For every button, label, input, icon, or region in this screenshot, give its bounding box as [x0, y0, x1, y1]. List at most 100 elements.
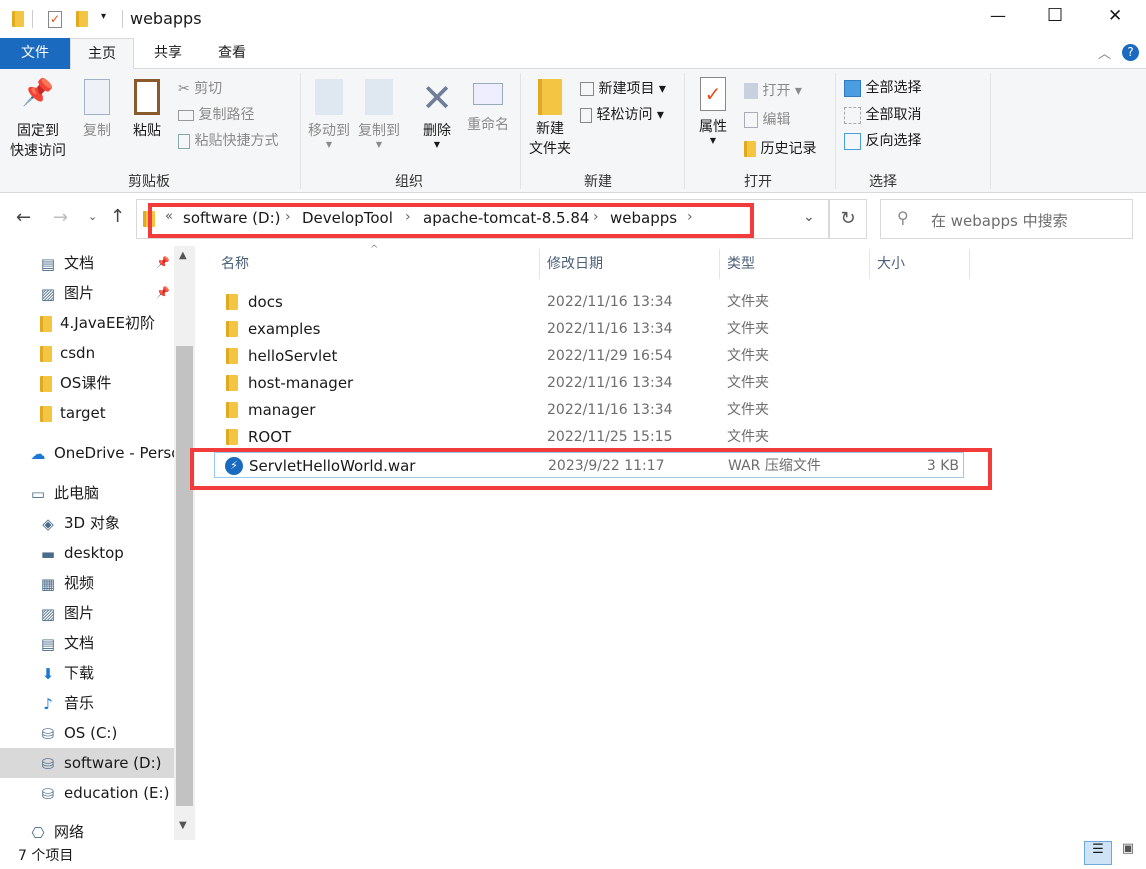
collapse-ribbon-icon[interactable]: ︿ [1098, 43, 1111, 62]
sidebar-item[interactable]: ◈ 3D 对象 [0, 508, 174, 538]
invert-selection-button[interactable]: 反向选择 [844, 130, 921, 150]
sidebar-item[interactable]: target [0, 398, 174, 428]
sidebar-scrollbar[interactable]: ▲ ▼ [174, 246, 195, 840]
tab-view[interactable]: 查看 [202, 38, 262, 69]
search-box[interactable]: ⚲ 在 webapps 中搜索 [880, 199, 1133, 239]
folder-icon [40, 405, 52, 422]
rename-button[interactable]: 重命名 [462, 79, 514, 135]
open-icon [744, 83, 758, 99]
sidebar-item[interactable]: OS课件 [0, 368, 174, 398]
divider [122, 10, 123, 28]
new-folder-quick-icon[interactable] [76, 11, 88, 27]
delete-button[interactable]: ✕ 删除 ▼ [414, 75, 460, 149]
new-folder-button[interactable]: 新建 文件夹 [524, 79, 576, 159]
move-to-button[interactable]: 移动到 ▼ [304, 79, 354, 149]
minimize-button[interactable]: — [990, 6, 1006, 25]
sidebar-item[interactable]: ▤ 文档 [0, 628, 174, 658]
sidebar-item[interactable]: ▤ 文档 📌 [0, 248, 174, 278]
back-button[interactable]: ← [16, 207, 31, 228]
divider [32, 10, 33, 28]
properties-icon: ✓ [700, 77, 726, 111]
copy-path-button[interactable]: 复制路径 [178, 104, 254, 124]
sidebar-item[interactable]: ▨ 图片 📌 [0, 278, 174, 308]
up-button[interactable]: ↑ [110, 206, 125, 227]
address-dropdown-icon[interactable]: ⌄ [803, 209, 815, 225]
file-name: examples [248, 320, 321, 338]
column-header-type[interactable]: 类型 [720, 249, 870, 279]
sidebar-item-label: 音乐 [64, 694, 95, 712]
paste-shortcut-button[interactable]: 粘贴快捷方式 [178, 130, 278, 150]
copy-to-button[interactable]: 复制到 ▼ [354, 79, 404, 149]
column-header-name[interactable]: 名称 [214, 249, 540, 279]
folder-icon [40, 375, 52, 392]
sidebar-item[interactable]: ⛁ education (E:) [0, 778, 174, 808]
sidebar-item[interactable]: ☁ OneDrive - Perso [0, 438, 175, 468]
history-button[interactable]: 历史记录 [744, 138, 816, 158]
help-icon[interactable]: ? [1122, 44, 1139, 61]
refresh-button[interactable]: ↻ [829, 199, 867, 239]
edit-button[interactable]: 编辑 [744, 109, 790, 129]
sidebar-item-label: education (E:) [64, 784, 170, 802]
ribbon-tabs: 文件 主页 共享 查看 ︿ ? [0, 38, 1146, 70]
sidebar-item[interactable]: ▦ 视频 [0, 568, 174, 598]
column-header-size[interactable]: 大小 [870, 249, 970, 279]
sidebar-item[interactable]: ▬ desktop [0, 538, 174, 568]
folder-icon [226, 321, 238, 337]
customize-toolbar-icon[interactable]: ▾ [101, 11, 106, 22]
window-title: webapps [130, 9, 202, 28]
sidebar-item[interactable]: 4.JavaEE初阶 [0, 308, 174, 338]
file-row[interactable]: docs 2022/11/16 13:34 文件夹 [214, 289, 964, 316]
select-all-button[interactable]: 全部选择 [844, 77, 921, 97]
tab-file[interactable]: 文件 [0, 38, 70, 69]
file-date: 2022/11/16 13:34 [547, 294, 673, 310]
desktop-icon: ▬ [40, 544, 56, 563]
new-item-button[interactable]: 新建项目 ▾ [580, 78, 666, 98]
pin-icon[interactable]: 📌 [156, 248, 170, 278]
column-header-date[interactable]: 修改日期 [540, 249, 720, 279]
status-item-count: 7 个项目 [18, 848, 74, 864]
open-button[interactable]: 打开 ▾ [744, 80, 802, 100]
3d-objects-icon: ◈ [42, 514, 54, 533]
paste-button[interactable]: 粘贴 [124, 79, 170, 141]
search-placeholder[interactable]: 在 webapps 中搜索 [931, 210, 1068, 231]
sidebar-item[interactable]: ⎔ 网络 [0, 817, 174, 847]
file-row[interactable]: host-manager 2022/11/16 13:34 文件夹 [214, 370, 964, 397]
sidebar-item[interactable]: csdn [0, 338, 174, 368]
pin-quick-access-button[interactable]: 📌 固定到 快速访问 [6, 80, 70, 161]
file-row[interactable]: examples 2022/11/16 13:34 文件夹 [214, 316, 964, 343]
pin-icon[interactable]: 📌 [156, 278, 170, 308]
recent-locations-icon[interactable]: ⌄ [88, 210, 97, 223]
cut-button[interactable]: ✂ 剪切 [178, 78, 222, 98]
easy-access-button[interactable]: 轻松访问 ▾ [580, 104, 664, 124]
sidebar-item[interactable]: ⬇ 下载 [0, 658, 174, 688]
sidebar-item[interactable]: ♪ 音乐 [0, 688, 174, 718]
scrollbar-thumb[interactable] [176, 346, 193, 806]
file-row[interactable]: manager 2022/11/16 13:34 文件夹 [214, 397, 964, 424]
copy-button[interactable]: 复制 [74, 79, 120, 141]
file-row[interactable]: helloServlet 2022/11/29 16:54 文件夹 [214, 343, 964, 370]
file-date: 2022/11/16 13:34 [547, 321, 673, 337]
properties-quick-icon[interactable]: ✓ [48, 11, 62, 28]
file-name: helloServlet [248, 347, 338, 365]
select-none-button[interactable]: 全部取消 [844, 104, 921, 124]
details-view-button[interactable]: ☰ [1084, 841, 1112, 865]
group-label-organize: 组织 [395, 174, 423, 190]
sidebar-item[interactable]: ▭ 此电脑 [0, 478, 174, 508]
music-icon: ♪ [43, 694, 53, 713]
ribbon: 📌 固定到 快速访问 复制 粘贴 ✂ 剪切 复制路径 粘贴快捷方式 剪贴板 移动到… [0, 69, 1146, 193]
large-icons-view-button[interactable]: ▣ [1116, 841, 1140, 865]
tab-share[interactable]: 共享 [138, 38, 198, 69]
tab-home[interactable]: 主页 [70, 38, 134, 70]
properties-button[interactable]: ✓ 属性 ▼ [690, 77, 736, 145]
sidebar-item[interactable]: ▨ 图片 [0, 598, 174, 628]
maximize-button[interactable]: ☐ [1047, 5, 1063, 26]
sidebar-item[interactable]: ⛁ OS (C:) [0, 718, 174, 748]
file-date: 2022/11/25 15:15 [547, 429, 673, 445]
forward-button[interactable]: → [53, 207, 68, 228]
folder-icon [40, 315, 52, 332]
group-label-select: 选择 [869, 174, 897, 190]
close-button[interactable]: ✕ [1108, 6, 1122, 26]
sidebar-item[interactable]: ⛁ software (D:) [0, 748, 174, 778]
copy-path-icon [178, 109, 194, 121]
file-row[interactable]: ROOT 2022/11/25 15:15 文件夹 [214, 424, 964, 451]
